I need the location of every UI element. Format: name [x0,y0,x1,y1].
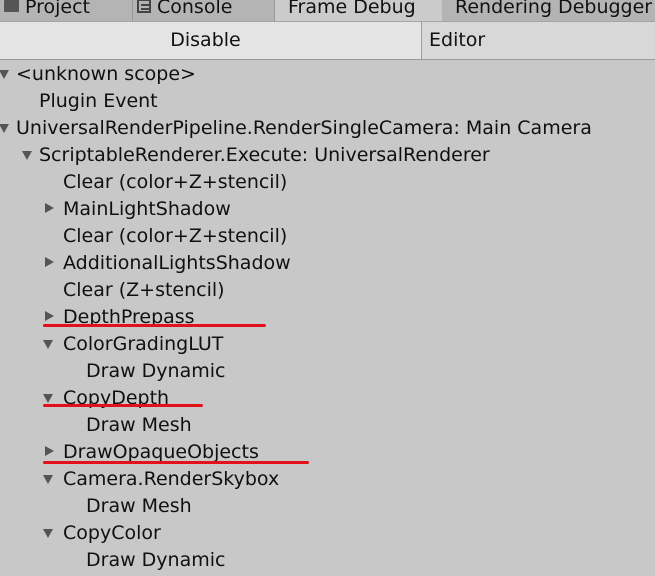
disable-button-label: Disable [170,29,241,51]
tree-item-label: ScriptableRenderer.Execute: UniversalRen… [39,144,490,166]
tree-item-label: Clear (color+Z+stencil) [63,171,288,193]
tree-item-label: Draw Dynamic [86,360,226,382]
frame-debug-toolbar: Disable Editor [0,22,655,60]
tree-item-label: Camera.RenderSkybox [63,468,280,490]
tree-item-draw-dynamic[interactable]: Draw Dynamic [0,358,655,385]
tree-item-render-single-camera[interactable]: UniversalRenderPipeline.RenderSingleCame… [0,115,655,142]
tab-bar: Project Console Frame Debug Rendering De… [0,0,655,22]
tab-frame-debug[interactable]: Frame Debug [275,0,442,21]
disable-button[interactable]: Disable [0,22,422,59]
tree-item-label: Draw Dynamic [86,549,226,571]
expand-arrow-icon[interactable] [43,520,55,547]
expand-arrow-icon[interactable] [0,115,11,142]
tab-project[interactable]: Project [0,0,133,21]
expand-arrow-icon[interactable] [0,61,11,88]
tree-item-camera-render-skybox[interactable]: Camera.RenderSkybox [0,466,655,493]
tree-item-plugin-event[interactable]: Plugin Event [0,88,655,115]
expand-arrow-icon[interactable] [43,385,55,412]
tab-rendering-debugger[interactable]: Rendering Debugger [442,0,655,21]
tree-item-label: Clear (Z+stencil) [63,279,225,301]
console-icon [137,0,151,13]
tree-item-label: Plugin Event [39,90,158,112]
tree-item-label: CopyDepth [63,387,170,409]
tree-item-draw-dynamic-2[interactable]: Draw Dynamic [0,547,655,574]
tree-item-label: Draw Mesh [86,495,192,517]
tree-item-copy-depth[interactable]: CopyDepth [0,385,655,412]
tab-rendering-debugger-label: Rendering Debugger [455,0,653,18]
expand-arrow-icon[interactable] [22,142,34,169]
frame-debugger-window: Project Console Frame Debug Rendering De… [0,0,655,576]
tree-item-label: AdditionalLightsShadow [63,252,291,274]
expand-arrow-icon[interactable] [43,466,55,493]
tree-item-label: UniversalRenderPipeline.RenderSingleCame… [16,117,592,139]
tree-item-clear-color-z-stencil[interactable]: Clear (color+Z+stencil) [0,169,655,196]
tree-item-main-light-shadow[interactable]: MainLightShadow [0,196,655,223]
tree-item-draw-mesh-2[interactable]: Draw Mesh [0,493,655,520]
tree-item-label: MainLightShadow [63,198,231,220]
tree-item-scriptable-renderer-execute[interactable]: ScriptableRenderer.Execute: UniversalRen… [0,142,655,169]
tree-item-clear-color-z-stencil-2[interactable]: Clear (color+Z+stencil) [0,223,655,250]
tab-console[interactable]: Console [133,0,275,21]
tree-item-label: CopyColor [63,522,161,544]
annotation-underline-copy-depth [43,404,203,407]
tree-item-unknown-scope[interactable]: <unknown scope> [0,61,655,88]
tree-item-additional-lights-shadow[interactable]: AdditionalLightsShadow [0,250,655,277]
tree-item-label: ColorGradingLUT [63,333,224,355]
expand-arrow-icon[interactable] [43,331,55,358]
tree-item-draw-mesh[interactable]: Draw Mesh [0,412,655,439]
tree-item-copy-color[interactable]: CopyColor [0,520,655,547]
tab-frame-debug-label: Frame Debug [288,0,416,18]
collapsed-arrow-icon[interactable] [43,250,55,277]
tree-item-color-grading-lut[interactable]: ColorGradingLUT [0,331,655,358]
annotation-underline-depth-prepass [43,324,266,327]
collapsed-arrow-icon[interactable] [43,196,55,223]
editor-target-label: Editor [429,29,486,51]
tree-item-label: <unknown scope> [16,63,196,85]
tree-item-label: Draw Mesh [86,414,192,436]
tab-project-label: Project [25,0,91,18]
editor-target-dropdown[interactable]: Editor [422,22,655,59]
event-tree: <unknown scope> Plugin Event UniversalRe… [0,60,655,576]
folder-icon [4,0,19,12]
tree-item-label: Clear (color+Z+stencil) [63,225,288,247]
tree-item-clear-z-stencil[interactable]: Clear (Z+stencil) [0,277,655,304]
tab-console-label: Console [157,0,233,18]
annotation-underline-draw-opaque-objects [43,461,309,464]
